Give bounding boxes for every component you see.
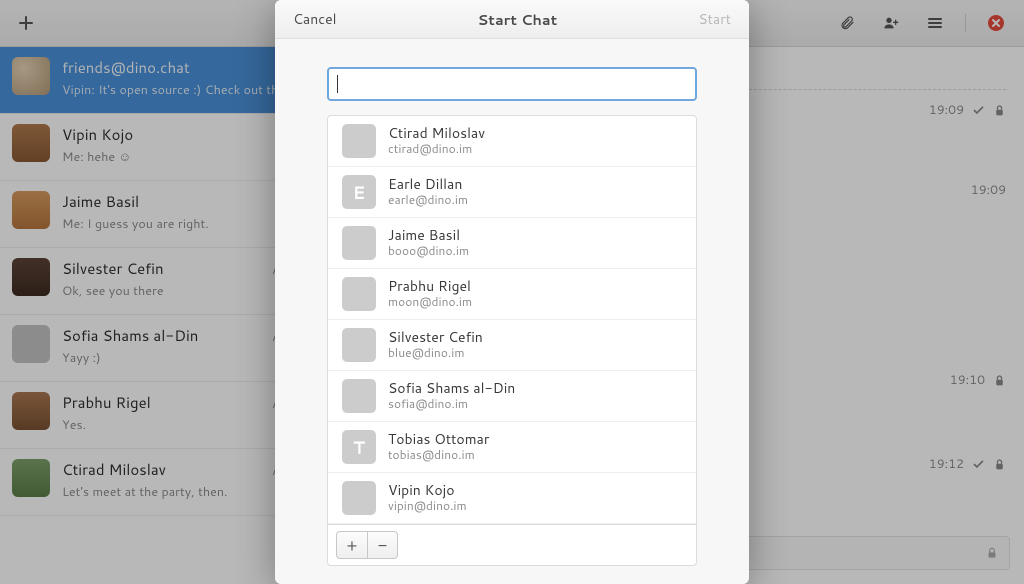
app-window: friends@dino.chat19Vipin: It's open sour… [0, 0, 1024, 584]
contact-jid: sofia@dino.im [388, 397, 515, 411]
contact-item[interactable]: Ctirad Miloslavctirad@dino.im [328, 116, 696, 167]
contact-item[interactable]: Silvester Cefinblue@dino.im [328, 320, 696, 371]
contact-item[interactable]: Sofia Shams al-Dinsofia@dino.im [328, 371, 696, 422]
contact-jid: moon@dino.im [388, 295, 472, 309]
contact-search-input[interactable] [327, 67, 697, 101]
contact-item[interactable]: Jaime Basilbooo@dino.im [328, 218, 696, 269]
avatar [342, 379, 376, 413]
start-chat-dialog: Cancel Start Chat Start Ctirad Miloslavc… [275, 0, 749, 584]
remove-contact-button[interactable]: − [367, 532, 397, 558]
contact-item[interactable]: Prabhu Rigelmoon@dino.im [328, 269, 696, 320]
contact-jid: vipin@dino.im [388, 499, 467, 513]
dialog-header: Cancel Start Chat Start [275, 0, 749, 39]
contact-jid: tobias@dino.im [388, 448, 489, 462]
contact-picker: Ctirad Miloslavctirad@dino.imEEarle Dill… [327, 115, 697, 566]
contact-list: Ctirad Miloslavctirad@dino.imEEarle Dill… [328, 116, 696, 524]
contact-jid: ctirad@dino.im [388, 142, 485, 156]
contact-list-footer: + − [328, 524, 696, 565]
start-button[interactable]: Start [698, 9, 731, 29]
dialog-title: Start Chat [478, 9, 558, 30]
contact-item[interactable]: TTobias Ottomartobias@dino.im [328, 422, 696, 473]
contact-jid: blue@dino.im [388, 346, 483, 360]
avatar: T [342, 430, 376, 464]
contact-jid: booo@dino.im [388, 244, 469, 258]
contact-item[interactable]: EEarle Dillanearle@dino.im [328, 167, 696, 218]
contact-item[interactable]: Vipin Kojovipin@dino.im [328, 473, 696, 524]
add-contact-button[interactable]: + [337, 532, 367, 558]
avatar [342, 481, 376, 515]
cancel-button[interactable]: Cancel [293, 9, 337, 29]
contact-jid: earle@dino.im [388, 193, 468, 207]
avatar [342, 277, 376, 311]
avatar [342, 124, 376, 158]
dialog-body: Ctirad Miloslavctirad@dino.imEEarle Dill… [275, 39, 749, 584]
avatar [342, 328, 376, 362]
avatar [342, 226, 376, 260]
avatar: E [342, 175, 376, 209]
